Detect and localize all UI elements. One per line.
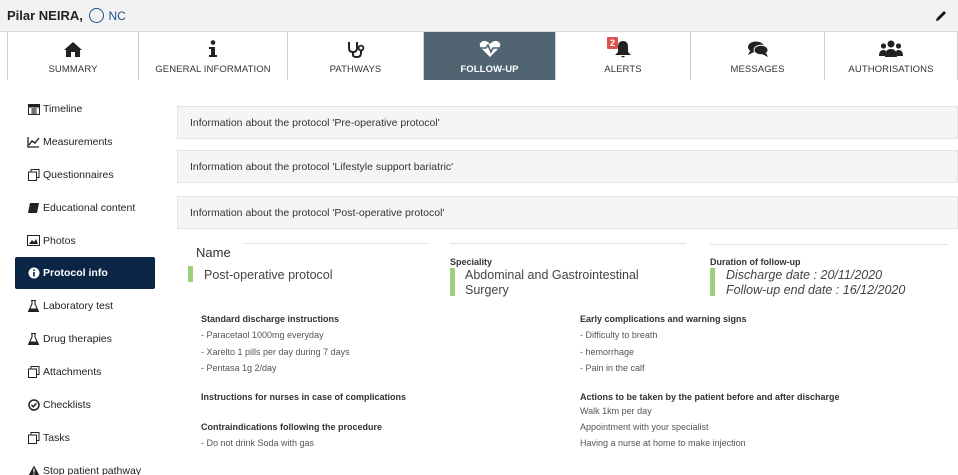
discharge-instructions-title: Standard discharge instructions bbox=[201, 314, 340, 324]
sidebar-item-stop-patient-pathway[interactable]: Stop patient pathway bbox=[15, 454, 155, 475]
list-item: - Xarelto 1 pills per day during 7 days bbox=[201, 347, 350, 357]
nurses-instructions-title: Instructions for nurses in case of compl… bbox=[201, 392, 407, 402]
users-icon bbox=[879, 40, 903, 57]
patient-extra: NC bbox=[108, 8, 126, 23]
name-label: Name bbox=[196, 245, 231, 260]
info-circle-icon bbox=[27, 267, 40, 279]
speciality-value-line1: Abdominal and Gastrointestinal bbox=[465, 268, 639, 282]
name-value: Post-operative protocol bbox=[204, 268, 333, 282]
accent-bar bbox=[188, 266, 193, 282]
sidebar-item-measurements[interactable]: Measurements bbox=[15, 125, 155, 158]
copy-icon bbox=[27, 365, 40, 378]
list-item: Having a nurse at home to make injection bbox=[580, 438, 746, 448]
tab-label: AUTHORISATIONS bbox=[848, 64, 934, 75]
list-item: Appointment with your specialist bbox=[580, 422, 709, 432]
duration-label: Duration of follow-up bbox=[710, 257, 801, 267]
sidebar-item-photos[interactable]: Photos bbox=[15, 224, 155, 257]
list-item: - hemorrhage bbox=[580, 347, 635, 357]
book-icon bbox=[27, 202, 40, 214]
list-item: - Pain in the calf bbox=[580, 363, 645, 373]
sidebar-item-timeline[interactable]: Timeline bbox=[15, 92, 155, 125]
patient-header: Pilar NEIRA, NC bbox=[0, 0, 958, 32]
tab-alerts[interactable]: 2 ALERTS bbox=[556, 32, 691, 80]
tab-label: PATHWAYS bbox=[329, 64, 382, 75]
divider bbox=[710, 244, 948, 245]
sidebar-item-laboratory-test[interactable]: Laboratory test bbox=[15, 289, 155, 322]
protocol-header-lifestyle[interactable]: Information about the protocol 'Lifestyl… bbox=[177, 150, 958, 183]
discharge-date: Discharge date : 20/11/2020 bbox=[726, 268, 883, 282]
tab-label: ALERTS bbox=[604, 64, 642, 75]
list-item: - Paracetaol 1000mg everyday bbox=[201, 330, 324, 340]
sidebar-item-drug-therapies[interactable]: Drug therapies bbox=[15, 322, 155, 355]
tab-summary[interactable]: SUMMARY bbox=[7, 32, 139, 80]
sidebar-item-tasks[interactable]: Tasks bbox=[15, 421, 155, 454]
home-icon bbox=[64, 41, 82, 57]
tab-label: FOLLOW-UP bbox=[460, 64, 519, 75]
flask-icon bbox=[27, 299, 40, 312]
sidebar-item-educational-content[interactable]: Educational content bbox=[15, 191, 155, 224]
calendar-icon bbox=[27, 103, 40, 115]
flask-icon bbox=[27, 332, 40, 345]
tab-authorisations[interactable]: AUTHORISATIONS bbox=[825, 32, 958, 80]
heartbeat-icon bbox=[479, 40, 500, 57]
gender-icon bbox=[89, 8, 105, 23]
sidebar-item-protocol-info[interactable]: Protocol info bbox=[15, 257, 155, 289]
tab-messages[interactable]: MESSAGES bbox=[691, 32, 825, 80]
sidebar-item-questionnaires[interactable]: Questionnaires bbox=[15, 158, 155, 191]
divider bbox=[243, 243, 429, 244]
check-circle-icon bbox=[27, 398, 40, 411]
early-complications-title: Early complications and warning signs bbox=[580, 314, 747, 324]
tab-pathways[interactable]: PATHWAYS bbox=[288, 32, 424, 80]
speciality-value-line2: Surgery bbox=[465, 283, 509, 297]
tab-follow-up[interactable]: FOLLOW-UP bbox=[424, 32, 556, 80]
image-icon bbox=[27, 235, 40, 247]
patient-actions-title: Actions to be taken by the patient befor… bbox=[580, 392, 840, 402]
stethoscope-icon bbox=[347, 42, 364, 58]
sidebar-item-attachments[interactable]: Attachments bbox=[15, 355, 155, 388]
tab-label: MESSAGES bbox=[730, 64, 785, 75]
accent-bar bbox=[450, 268, 455, 296]
tab-label: SUMMARY bbox=[48, 64, 98, 75]
protocol-header-pre-operative[interactable]: Information about the protocol 'Pre-oper… bbox=[177, 106, 958, 139]
copy-icon bbox=[27, 431, 40, 444]
list-item: - Pentasa 1g 2/day bbox=[201, 363, 277, 373]
copy-icon bbox=[27, 168, 40, 181]
list-item: - Difficulty to breath bbox=[580, 330, 658, 340]
divider bbox=[450, 243, 686, 244]
patient-name: Pilar NEIRA, bbox=[7, 8, 83, 23]
list-item: Walk 1km per day bbox=[580, 406, 652, 416]
tab-label: GENERAL INFORMATION bbox=[155, 64, 271, 75]
sidebar-menu: Timeline Measurements Questionnaires Edu… bbox=[15, 92, 155, 475]
accent-bar bbox=[710, 268, 715, 296]
list-item: - Do not drink Soda with gas bbox=[201, 438, 315, 448]
contraindications-title: Contraindications following the procedur… bbox=[201, 422, 383, 432]
sidebar-item-checklists[interactable]: Checklists bbox=[15, 388, 155, 421]
warning-icon bbox=[27, 465, 40, 475]
alerts-badge: 2 bbox=[607, 37, 619, 49]
comments-icon bbox=[747, 41, 768, 57]
speciality-label: Speciality bbox=[450, 257, 493, 267]
followup-end-date: Follow-up end date : 16/12/2020 bbox=[726, 283, 906, 297]
tab-general-information[interactable]: GENERAL INFORMATION bbox=[139, 32, 288, 80]
main-tabs: SUMMARY GENERAL INFORMATION PATHWAYS FOL… bbox=[7, 32, 958, 80]
line-chart-icon bbox=[27, 136, 40, 148]
protocol-header-post-operative[interactable]: Information about the protocol 'Post-ope… bbox=[177, 196, 958, 229]
pencil-icon[interactable] bbox=[933, 8, 949, 24]
info-icon bbox=[209, 40, 217, 57]
